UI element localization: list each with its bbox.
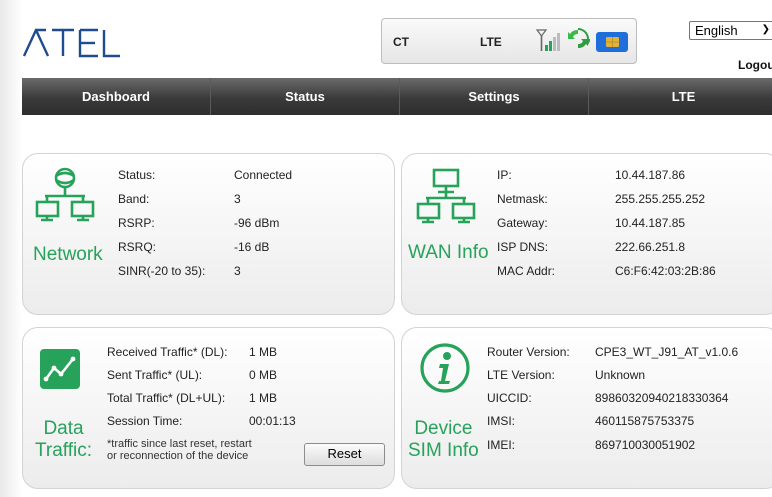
data-traffic-title: Data Traffic: (35, 418, 92, 462)
nav-item-lte[interactable]: LTE (589, 78, 772, 115)
left-shadow (0, 0, 22, 497)
total-traffic-value: 1 MB (249, 391, 278, 405)
imei-value: 869710030051902 (595, 438, 696, 452)
wan-mac-value: C6:F6:42:03:2B:86 (615, 264, 716, 278)
session-time-label: Session Time: (107, 414, 183, 428)
nav-item-status[interactable]: Status (211, 78, 400, 115)
data-traffic-panel: Data Traffic: Received Traffic* (DL): 1 … (22, 327, 395, 489)
network-icon (33, 164, 97, 239)
dl-traffic-value: 1 MB (249, 345, 278, 359)
session-time-value: 00:01:13 (249, 414, 296, 428)
ul-traffic-value: 0 MB (249, 368, 278, 382)
wan-mac-label: MAC Addr: (497, 264, 556, 278)
atel-logo (22, 24, 122, 58)
network-rsrp-value: -96 dBm (234, 216, 280, 230)
lte-version-label: LTE Version: (487, 368, 555, 382)
carrier-name: CT (393, 35, 409, 49)
wan-ip-value: 10.44.187.86 (615, 168, 686, 182)
wan-icon (414, 166, 478, 241)
traffic-note-line1: *traffic since last reset, restart (107, 438, 252, 450)
network-rsrq-label: RSRQ: (118, 240, 157, 254)
network-rsrp-label: RSRP: (118, 216, 155, 230)
connection-status-box: CT LTE (381, 18, 637, 64)
wan-info-title: WAN Info (408, 242, 489, 263)
nav-item-settings[interactable]: Settings (400, 78, 589, 115)
sim-card-icon (596, 32, 628, 57)
traffic-note: *traffic since last reset, restart or re… (107, 438, 252, 462)
lte-version-value: Unknown (595, 368, 646, 382)
wan-netmask-value: 255.255.255.252 (615, 192, 706, 206)
device-sim-info-panel: Device SIM Info Router Version: CPE3_WT_… (401, 327, 772, 489)
network-type: LTE (480, 35, 502, 49)
wan-gateway-label: Gateway: (497, 216, 548, 230)
logout-link[interactable]: Logout (738, 58, 772, 72)
chart-icon (39, 348, 81, 395)
data-traffic-title-line1: Data (43, 418, 84, 439)
chevron-down-icon: ❯ (761, 24, 770, 35)
device-title-line2: SIM Info (408, 440, 479, 461)
info-icon (419, 342, 471, 399)
ul-traffic-label: Sent Traffic* (UL): (107, 368, 203, 382)
imsi-value: 460115875753375 (595, 414, 695, 428)
main-navbar: Dashboard Status Settings LTE (22, 78, 772, 115)
reset-button[interactable]: Reset (304, 443, 385, 466)
wan-info-panel: WAN Info IP: 10.44.187.86 Netmask: 255.2… (401, 153, 772, 315)
nav-item-dashboard[interactable]: Dashboard (22, 78, 211, 115)
language-select-value: English (695, 23, 738, 38)
language-select[interactable]: English ❯ (689, 21, 772, 40)
data-traffic-title-line2: Traffic: (35, 440, 93, 461)
wan-ip-label: IP: (497, 168, 512, 182)
dl-traffic-label: Received Traffic* (DL): (107, 345, 228, 359)
wan-gateway-value: 10.44.187.85 (615, 216, 686, 230)
wan-dns-label: ISP DNS: (497, 240, 549, 254)
device-sim-info-title: Device SIM Info (408, 418, 479, 462)
network-sinr-label: SINR(-20 to 35): (118, 264, 206, 278)
imei-label: IMEI: (487, 438, 516, 452)
router-version-value: CPE3_WT_J91_AT_v1.0.6 (595, 345, 739, 359)
network-rsrq-value: -16 dB (234, 240, 270, 254)
network-band-value: 3 (234, 192, 241, 206)
network-status-label: Status: (118, 168, 156, 182)
traffic-note-line2: or reconnection of the device (107, 450, 249, 462)
uiccid-label: UICCID: (487, 391, 532, 405)
uiccid-value: 89860320940218330364 (595, 391, 729, 405)
total-traffic-label: Total Traffic* (DL+UL): (107, 391, 226, 405)
network-status-value: Connected (234, 168, 293, 182)
refresh-icon[interactable] (566, 27, 591, 56)
wan-netmask-label: Netmask: (497, 192, 548, 206)
imsi-label: IMSI: (487, 414, 516, 428)
network-title: Network (33, 244, 103, 265)
network-panel: Network Status: Connected Band: 3 RSRP: … (22, 153, 395, 315)
wan-dns-value: 222.66.251.8 (615, 240, 686, 254)
router-version-label: Router Version: (487, 345, 570, 359)
signal-icon (534, 27, 560, 58)
network-band-label: Band: (118, 192, 150, 206)
device-title-line1: Device (414, 418, 473, 439)
network-sinr-value: 3 (234, 264, 241, 278)
